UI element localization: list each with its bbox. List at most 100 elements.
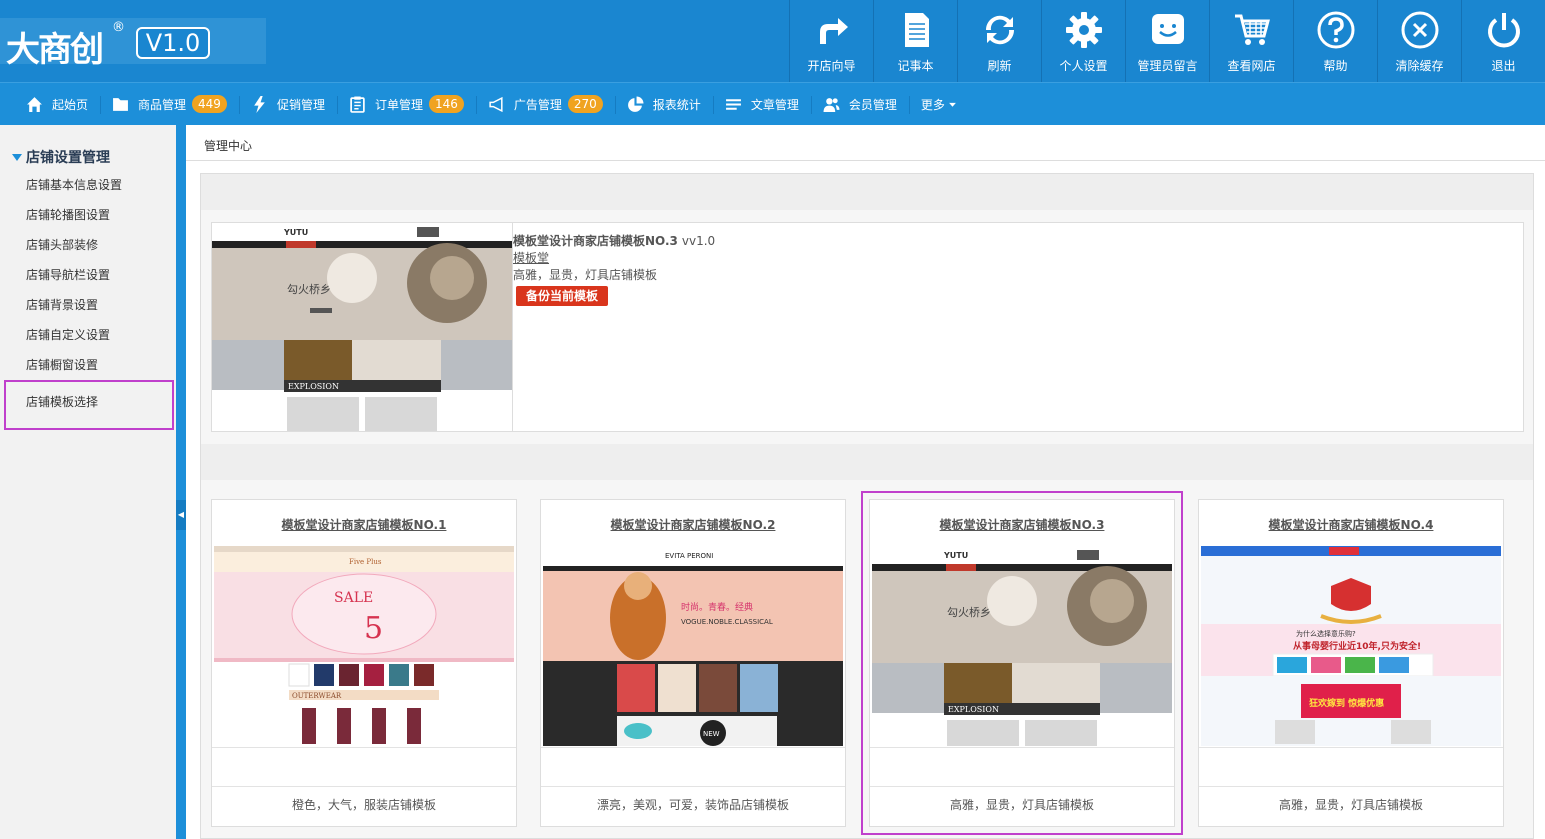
current-template-author-link[interactable]: 模板堂 xyxy=(513,250,715,267)
tool-label: 记事本 xyxy=(897,59,934,73)
breadcrumb-text[interactable]: 管理中心 xyxy=(204,137,252,154)
logo[interactable]: 大商创 ® V1.0 xyxy=(0,18,266,70)
card-divider xyxy=(1199,747,1503,748)
nav-ads[interactable]: 广告管理 270 xyxy=(488,83,616,126)
lightning-icon xyxy=(254,95,265,113)
sidebar-item-carousel[interactable]: 店铺轮播图设置 xyxy=(0,200,176,230)
template-thumbnail[interactable]: 为什么选择意乐购? 从事母婴行业近10年,只为安全! 狂欢嫁到 惊爆优惠 xyxy=(1201,546,1501,746)
template-card-1[interactable]: 模板堂设计商家店铺模板NO.1 Five Plus SALE 5 OUTERWE… xyxy=(211,499,517,827)
template-card-4[interactable]: 模板堂设计商家店铺模板NO.4 为什么选择意乐购? 从事母婴行业近10年,只为安… xyxy=(1198,499,1504,827)
tool-label: 个人设置 xyxy=(1059,59,1108,73)
current-template-version: vv1.0 xyxy=(681,234,716,248)
svg-text:从事母婴行业近10年,只为安全!: 从事母婴行业近10年,只为安全! xyxy=(1293,640,1421,652)
sidebar-item-showcase[interactable]: 店铺橱窗设置 xyxy=(0,350,176,380)
sidebar-heading[interactable]: 店铺设置管理 xyxy=(12,147,110,167)
clear-cache-button[interactable]: 清除缓存 xyxy=(1377,0,1461,82)
power-icon xyxy=(1487,13,1520,48)
collapse-triangle-icon xyxy=(12,153,22,161)
svg-text:勾火桥乡: 勾火桥乡 xyxy=(287,283,331,296)
notepad-icon xyxy=(904,13,929,47)
nav-more[interactable]: 更多 xyxy=(921,83,970,126)
lines-icon xyxy=(725,98,741,110)
svg-text:Five Plus: Five Plus xyxy=(349,558,382,566)
template-panel: YUTU 勾火桥乡 EXPLOSION 模板堂设计商家店铺模板NO.3 vv1.… xyxy=(200,173,1534,839)
header-toolbar: 开店向导 记事本 刷新 个人设置 管理员留言 查看网店 帮助 清除缓存 退出 xyxy=(789,0,1545,82)
sidebar-item-navbar[interactable]: 店铺导航栏设置 xyxy=(0,260,176,290)
template-thumbnail[interactable]: EVITA PERONI 时尚。青春。经典 VOGUE.NOBLE.CLASSI… xyxy=(543,546,843,746)
open-store-wizard-button[interactable]: 开店向导 xyxy=(789,0,873,82)
panel-header-strip xyxy=(201,174,1533,210)
nav-orders[interactable]: 订单管理 146 xyxy=(349,83,477,126)
orders-count-badge: 146 xyxy=(428,95,464,113)
sidebar-splitter[interactable] xyxy=(176,125,186,839)
nav-goods[interactable]: 商品管理 449 xyxy=(112,83,240,126)
share-arrow-icon xyxy=(819,18,848,44)
card-divider xyxy=(212,786,516,787)
smiley-message-icon xyxy=(1151,14,1184,44)
admin-message-button[interactable]: 管理员留言 xyxy=(1125,0,1209,82)
svg-text:NEW: NEW xyxy=(703,730,720,738)
view-store-button[interactable]: 查看网店 xyxy=(1209,0,1293,82)
logout-button[interactable]: 退出 xyxy=(1461,0,1545,82)
nav-home[interactable]: 起始页 xyxy=(26,83,102,126)
card-divider xyxy=(541,786,845,787)
gear-icon xyxy=(1065,12,1102,48)
nav-members[interactable]: 会员管理 xyxy=(823,83,910,126)
svg-text:OUTERWEAR: OUTERWEAR xyxy=(292,692,342,700)
template-thumbnail[interactable]: Five Plus SALE 5 OUTERWEAR xyxy=(214,546,514,746)
sidebar-item-background[interactable]: 店铺背景设置 xyxy=(0,290,176,320)
nav-label: 商品管理 xyxy=(138,97,187,112)
svg-text:EXPLOSION: EXPLOSION xyxy=(948,705,999,714)
nav-label: 订单管理 xyxy=(374,97,423,112)
template-name-link[interactable]: 模板堂设计商家店铺模板NO.4 xyxy=(1199,516,1503,533)
sidebar-item-header-decoration[interactable]: 店铺头部装修 xyxy=(0,230,176,260)
card-divider xyxy=(1199,786,1503,787)
personal-settings-button[interactable]: 个人设置 xyxy=(1041,0,1125,82)
current-template-title: 模板堂设计商家店铺模板NO.3 xyxy=(513,234,678,248)
template-card-3[interactable]: 模板堂设计商家店铺模板NO.3 YUTU 勾火桥乡 EXPLOSION 高雅，显… xyxy=(861,491,1183,835)
help-button[interactable]: 帮助 xyxy=(1293,0,1377,82)
current-template-info: 模板堂设计商家店铺模板NO.3 vv1.0 模板堂 高雅，显贵，灯具店铺模板 备份… xyxy=(513,233,715,306)
backup-template-button[interactable]: 备份当前模板 xyxy=(516,286,609,306)
template-thumbnail[interactable]: YUTU 勾火桥乡 EXPLOSION xyxy=(872,546,1172,746)
nav-label: 文章管理 xyxy=(750,97,799,112)
nav-promotion[interactable]: 促销管理 xyxy=(251,83,338,126)
breadcrumb: 管理中心 xyxy=(186,125,1545,161)
template-card-2[interactable]: 模板堂设计商家店铺模板NO.2 EVITA PERONI 时尚。青春。经典 VO… xyxy=(540,499,846,827)
sidebar-item-template-select[interactable]: 店铺模板选择 xyxy=(4,380,174,430)
pie-chart-icon xyxy=(627,96,644,112)
caret-down-icon xyxy=(948,102,956,107)
template-name-link[interactable]: 模板堂设计商家店铺模板NO.3 xyxy=(870,516,1174,533)
panel-mid-strip xyxy=(201,444,1533,480)
svg-text:EXPLOSION: EXPLOSION xyxy=(288,382,339,391)
logo-text: 大商创 xyxy=(6,30,104,70)
top-header: 大商创 ® V1.0 开店向导 记事本 刷新 个人设置 管理员留言 查看网店 帮… xyxy=(0,0,1545,82)
tool-label: 帮助 xyxy=(1323,59,1348,73)
collapse-sidebar-icon[interactable]: ◀ xyxy=(176,500,186,530)
card-divider xyxy=(870,747,1174,748)
sidebar-heading-label: 店铺设置管理 xyxy=(26,150,110,166)
cart-icon xyxy=(1234,14,1270,45)
svg-text:SALE: SALE xyxy=(334,590,373,606)
svg-text:YUTU: YUTU xyxy=(283,228,308,237)
refresh-button[interactable]: 刷新 xyxy=(957,0,1041,82)
users-icon xyxy=(823,97,840,112)
nav-label: 促销管理 xyxy=(276,97,325,112)
svg-text:为什么选择意乐购?: 为什么选择意乐购? xyxy=(1296,629,1356,638)
nav-articles[interactable]: 文章管理 xyxy=(725,83,812,126)
svg-text:勾火桥乡: 勾火桥乡 xyxy=(947,606,991,619)
notepad-button[interactable]: 记事本 xyxy=(873,0,957,82)
sidebar-item-custom[interactable]: 店铺自定义设置 xyxy=(0,320,176,350)
sidebar-menu: 店铺基本信息设置 店铺轮播图设置 店铺头部装修 店铺导航栏设置 店铺背景设置 店… xyxy=(0,170,176,430)
template-name-link[interactable]: 模板堂设计商家店铺模板NO.1 xyxy=(212,516,516,533)
sidebar-item-store-info[interactable]: 店铺基本信息设置 xyxy=(0,170,176,200)
order-list-icon xyxy=(350,96,365,113)
refresh-icon xyxy=(985,15,1014,45)
svg-text:EVITA PERONI: EVITA PERONI xyxy=(665,552,713,560)
nav-reports[interactable]: 报表统计 xyxy=(627,83,714,126)
template-name-link[interactable]: 模板堂设计商家店铺模板NO.2 xyxy=(541,516,845,533)
nav-label: 会员管理 xyxy=(848,97,897,112)
tool-label: 刷新 xyxy=(987,59,1012,73)
folder-icon xyxy=(113,97,128,111)
nav-label: 报表统计 xyxy=(652,97,701,112)
